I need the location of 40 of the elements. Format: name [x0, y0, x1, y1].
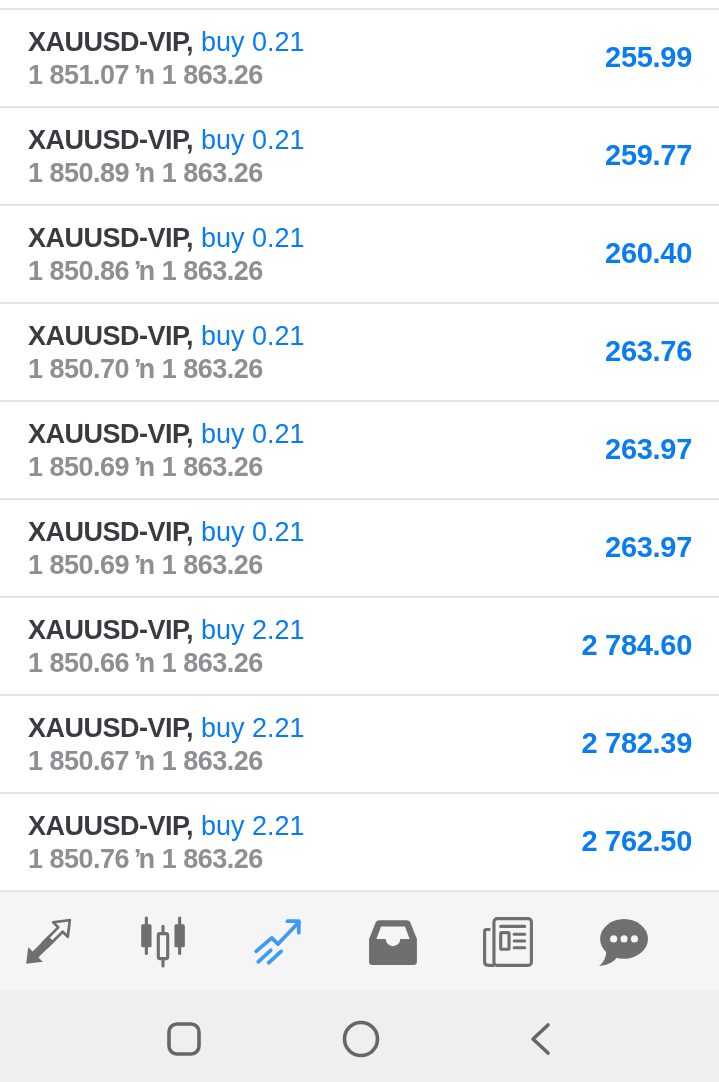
price-text: 1 850.69 ŉ 1 863.26: [28, 451, 263, 484]
order-text: buy 0.21: [201, 320, 305, 353]
price-text: 1 850.86 ŉ 1 863.26: [28, 255, 263, 288]
order-text: buy 0.21: [201, 26, 305, 59]
profit-text: 263.97: [605, 432, 692, 468]
profit-text: 259.77: [605, 138, 692, 174]
price-text: 1 850.67 ŉ 1 863.26: [28, 745, 263, 778]
symbol-text: XAUUSD-VIP,: [28, 614, 194, 647]
back-icon[interactable]: [528, 1021, 552, 1056]
price-text: 1 850.69 ŉ 1 863.26: [28, 549, 263, 582]
price-text: 1 851.07 ŉ 1 863.26: [28, 59, 263, 92]
symbol-text: XAUUSD-VIP,: [28, 810, 194, 843]
symbol-text: XAUUSD-VIP,: [28, 26, 194, 59]
profit-text: 2 762.50: [581, 824, 692, 860]
profit-text: 2 784.60: [581, 628, 692, 664]
order-text: buy 2.21: [201, 712, 305, 745]
price-text: 1 850.89 ŉ 1 863.26: [28, 157, 263, 190]
symbol-text: XAUUSD-VIP,: [28, 418, 194, 451]
profit-text: 255.99: [605, 40, 692, 76]
symbol-text: XAUUSD-VIP,: [28, 124, 194, 157]
order-text: buy 0.21: [201, 222, 305, 255]
order-text: buy 0.21: [201, 516, 305, 549]
symbol-text: XAUUSD-VIP,: [28, 516, 194, 549]
order-text: buy 0.21: [201, 124, 305, 157]
order-text: buy 2.21: [201, 810, 305, 843]
newspaper-icon: [482, 915, 534, 968]
price-text: 1 850.76 ŉ 1 863.26: [28, 843, 263, 876]
recents-icon[interactable]: [167, 1021, 201, 1056]
symbol-text: XAUUSD-VIP,: [28, 712, 194, 745]
profit-text: 260.40: [605, 236, 692, 272]
profit-text: 263.97: [605, 530, 692, 566]
order-text: buy 0.21: [201, 418, 305, 451]
profit-text: 2 782.39: [581, 726, 692, 762]
symbol-text: XAUUSD-VIP,: [28, 320, 194, 353]
price-text: 1 850.70 ŉ 1 863.26: [28, 353, 263, 386]
price-text: 1 850.66 ŉ 1 863.26: [28, 647, 263, 680]
symbol-text: XAUUSD-VIP,: [28, 222, 194, 255]
order-text: buy 2.21: [201, 614, 305, 647]
home-icon[interactable]: [342, 1019, 380, 1058]
profit-text: 263.76: [605, 334, 692, 370]
